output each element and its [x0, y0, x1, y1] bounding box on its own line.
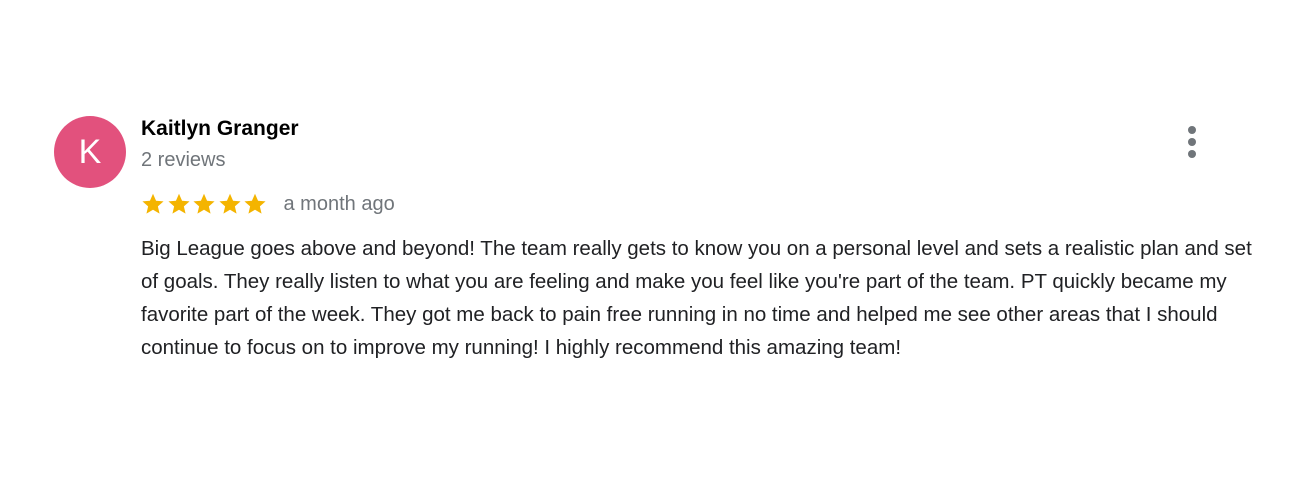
star-icon: [244, 193, 266, 214]
star-rating: [141, 189, 269, 219]
review-text: Big League goes above and beyond! The te…: [141, 237, 1252, 359]
review-timestamp: a month ago: [283, 193, 395, 215]
more-vert-icon-dot: [1188, 150, 1196, 158]
more-options-button[interactable]: [1176, 122, 1208, 162]
star-icon: [218, 193, 241, 214]
author-review-count: 2 reviews: [141, 149, 226, 171]
rating-row: a month ago: [141, 189, 395, 219]
avatar[interactable]: K: [54, 116, 126, 188]
more-vert-icon-dot: [1188, 138, 1196, 146]
star-icon: [167, 193, 190, 214]
author-name[interactable]: Kaitlyn Granger: [141, 115, 299, 143]
star-icon: [142, 193, 164, 214]
more-vert-icon-dot: [1188, 126, 1196, 134]
star-icon: [193, 193, 215, 214]
review-card: K Kaitlyn Granger 2 reviews a month ago …: [0, 0, 1300, 500]
